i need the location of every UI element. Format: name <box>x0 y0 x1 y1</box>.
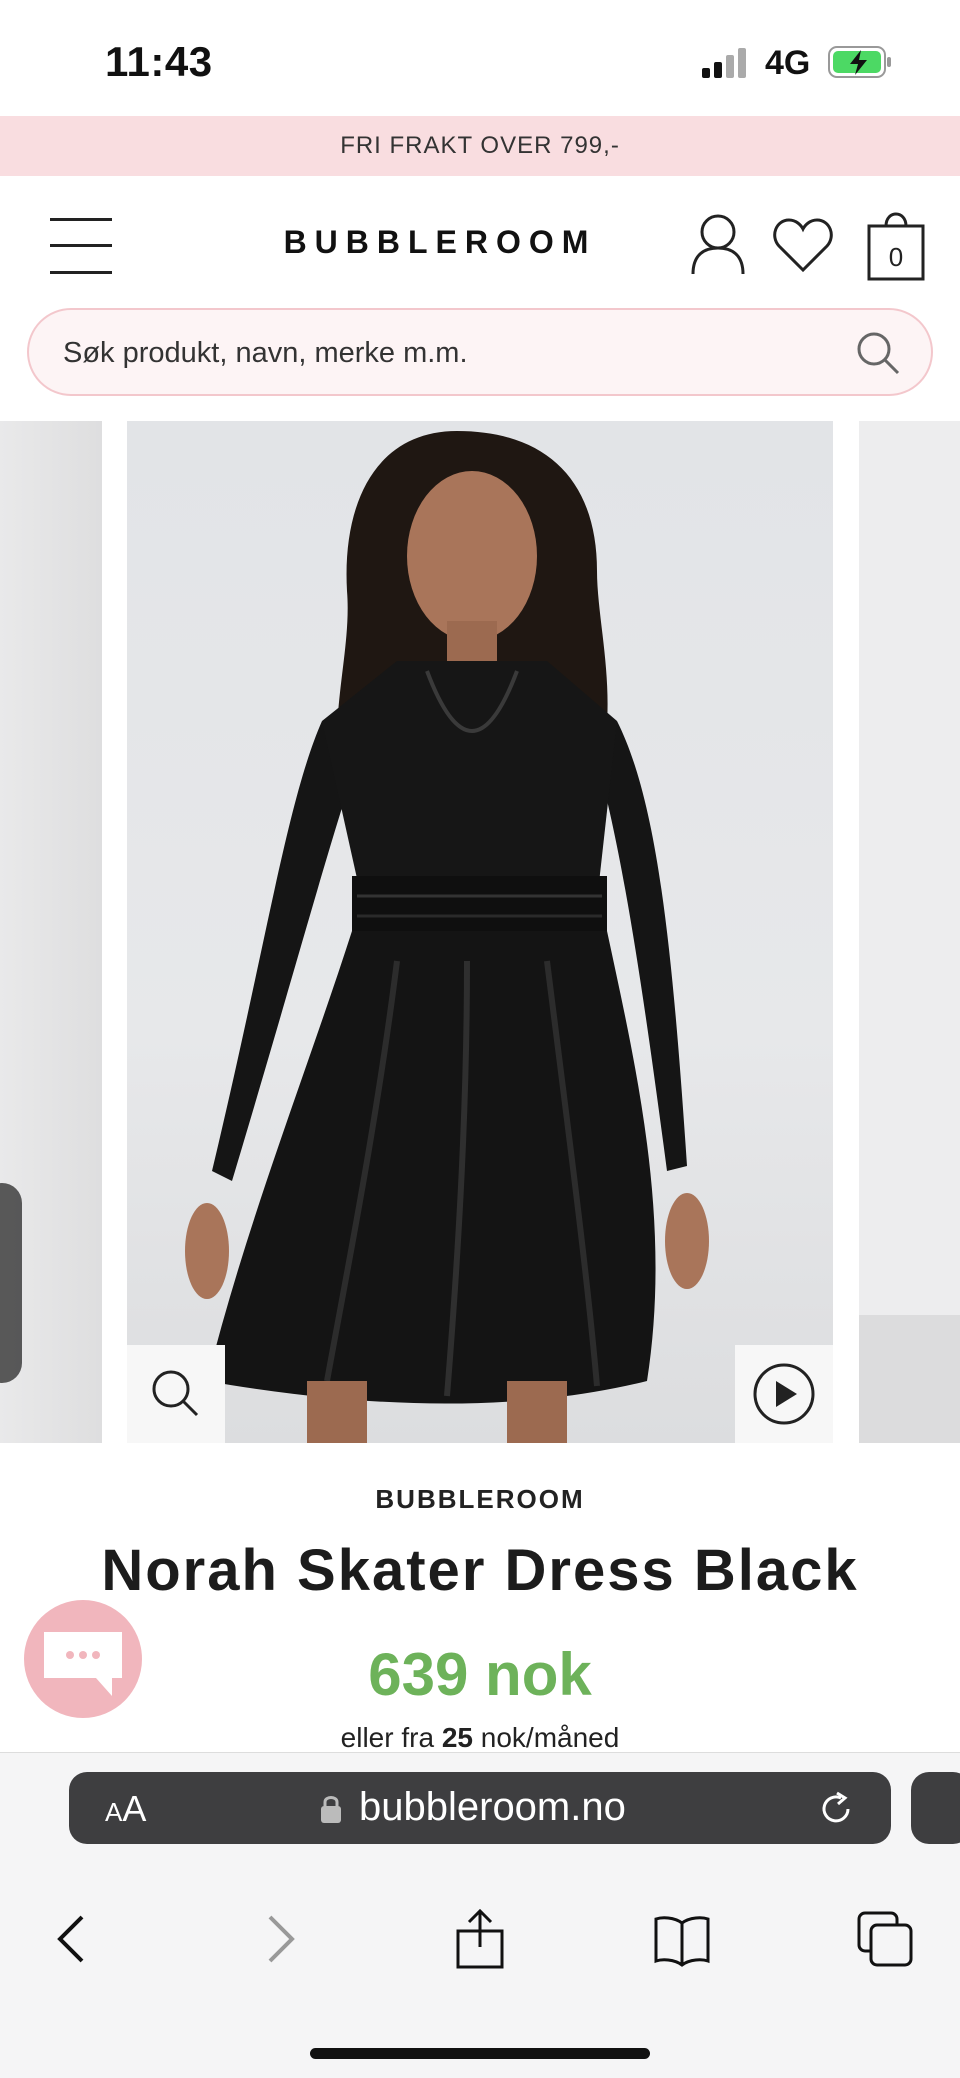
zoom-button[interactable] <box>127 1345 225 1443</box>
status-bar: 11:43 4G <box>0 0 960 116</box>
installment-suffix: nok/måned <box>480 1722 620 1753</box>
battery-charging-icon <box>828 46 891 78</box>
share-icon[interactable] <box>450 1909 510 1969</box>
forward-icon[interactable] <box>250 1909 310 1969</box>
network-label: 4G <box>765 44 811 82</box>
text-size-large-label: A <box>122 1788 147 1829</box>
home-indicator[interactable] <box>310 2048 650 2059</box>
reload-icon[interactable] <box>817 1790 855 1828</box>
play-video-button[interactable] <box>735 1345 833 1443</box>
product-price: 639 nok <box>368 1641 592 1708</box>
cart-count: 0 <box>888 242 904 272</box>
text-size-small-label: A <box>105 1797 123 1827</box>
text-size-button[interactable]: AA <box>105 1788 146 1830</box>
status-time: 11:43 <box>105 38 213 85</box>
browser-toolbar: AA bubbleroom.no <box>0 1752 960 2078</box>
product-title: Norah Skater Dress Black <box>101 1538 859 1603</box>
back-icon[interactable] <box>42 1909 102 1969</box>
installment-amount: 25 <box>441 1722 473 1753</box>
zoom-icon <box>152 1370 199 1417</box>
promo-banner[interactable]: FRI FRAKT OVER 799,- <box>0 116 960 176</box>
chat-button[interactable] <box>24 1600 142 1718</box>
product-image[interactable] <box>127 421 833 1443</box>
dress-illustration <box>185 431 709 1443</box>
next-tab-pill[interactable] <box>911 1772 960 1844</box>
site-header: BUBBLEROOM 0 <box>0 176 960 304</box>
search-icon[interactable] <box>855 330 901 376</box>
play-icon <box>753 1363 815 1425</box>
installment-prefix: eller fra <box>340 1722 435 1753</box>
lock-icon <box>321 1796 341 1823</box>
installment-text: eller fra 25 nok/måned <box>0 1722 960 1754</box>
product-gallery[interactable] <box>0 421 960 1443</box>
signal-icon <box>702 48 748 78</box>
previous-image-slide[interactable] <box>0 421 102 1443</box>
search-input[interactable] <box>63 328 843 378</box>
bookmarks-icon[interactable] <box>652 1909 712 1969</box>
search-bar[interactable] <box>27 308 933 396</box>
chat-icon <box>44 1632 122 1696</box>
user-icon[interactable] <box>690 212 746 276</box>
tabs-icon[interactable] <box>855 1909 915 1969</box>
site-logo[interactable]: BUBBLEROOM <box>250 224 630 261</box>
next-image-slide[interactable] <box>859 421 960 1443</box>
product-brand[interactable]: BUBBLEROOM <box>0 1484 960 1515</box>
menu-icon[interactable] <box>50 218 112 274</box>
heart-icon[interactable] <box>772 216 834 274</box>
url-text: bubbleroom.no <box>359 1785 626 1829</box>
address-bar[interactable]: AA bubbleroom.no <box>69 1772 891 1844</box>
